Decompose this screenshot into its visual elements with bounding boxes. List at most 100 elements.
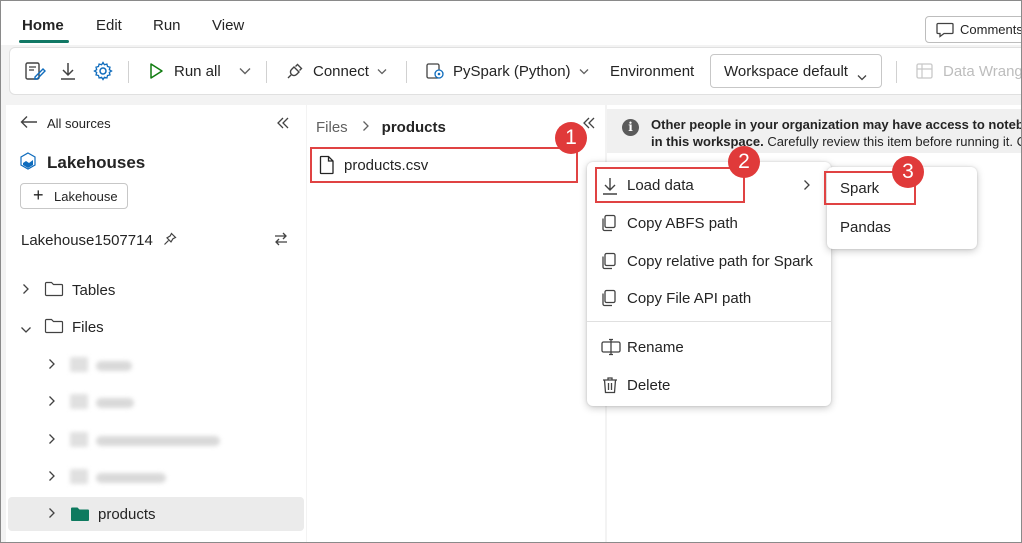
info-banner-line1: Other people in your organization may ha…: [651, 117, 1022, 132]
app-window: Home Edit Run View Comments Run all Conn…: [0, 0, 1022, 543]
workspace-select[interactable]: Workspace default: [710, 54, 882, 88]
chevron-right-icon: [362, 119, 370, 136]
run-all-label: Run all: [174, 62, 221, 80]
file-icon: [319, 155, 335, 178]
active-tab-indicator: [19, 40, 69, 43]
language-selector[interactable]: PySpark (Python): [425, 48, 589, 94]
tree-item-label: Tables: [72, 282, 116, 299]
file-row-products-csv[interactable]: products.csv: [310, 147, 578, 183]
tab-home[interactable]: Home: [22, 17, 64, 34]
folder-icon: [44, 318, 64, 337]
menu-item-label: Rename: [627, 339, 684, 356]
folder-icon: [70, 357, 88, 372]
menu-bar: Home Edit Run View Comments: [1, 1, 1022, 45]
all-sources-link[interactable]: All sources: [20, 115, 111, 132]
info-icon: i: [622, 119, 639, 136]
lakehouses-title: Lakehouses: [47, 152, 146, 172]
workspace-select-value: Workspace default: [724, 63, 848, 80]
chevron-down-icon: [377, 68, 387, 75]
comments-label: Comments: [960, 22, 1022, 37]
lakehouse-icon: [20, 152, 36, 173]
download-icon: [601, 176, 619, 199]
info-banner-line2-rest: Carefully review this item before runnin…: [763, 134, 1022, 149]
folder-icon: [70, 432, 88, 447]
download-button[interactable]: [58, 48, 78, 94]
language-label: PySpark (Python): [453, 62, 571, 80]
menu-item-load-data[interactable]: Load data: [595, 167, 745, 203]
menu-item-copy-file-api-path[interactable]: Copy File API path: [591, 280, 827, 316]
menu-item-label: Delete: [627, 377, 671, 394]
edit-notebook-button[interactable]: [24, 48, 46, 94]
file-name: products.csv: [344, 157, 429, 174]
tree-item-files[interactable]: Files: [6, 310, 306, 344]
tab-edit[interactable]: Edit: [96, 17, 122, 34]
tab-view[interactable]: View: [212, 17, 244, 34]
chevron-right-icon[interactable]: [48, 432, 56, 448]
run-all-dropdown[interactable]: [239, 48, 251, 94]
toolbar-divider: [406, 61, 407, 83]
tab-run[interactable]: Run: [153, 17, 181, 34]
settings-button[interactable]: [92, 48, 114, 94]
chevron-right-icon[interactable]: [48, 394, 56, 410]
double-chevron-left-icon: [276, 116, 290, 132]
data-wrangler-label: Data Wrang: [943, 62, 1022, 80]
menu-item-delete[interactable]: Delete: [591, 367, 827, 403]
copy-icon: [601, 214, 617, 235]
arrow-left-icon: [20, 115, 38, 132]
toolbar-divider: [266, 61, 267, 83]
tree-item-products[interactable]: products: [8, 497, 304, 531]
swap-icon: [273, 232, 289, 249]
trash-icon: [601, 376, 619, 397]
menu-item-rename[interactable]: Rename: [591, 329, 827, 365]
connect-button[interactable]: Connect: [285, 48, 387, 94]
tree-item-tables[interactable]: Tables: [6, 273, 306, 307]
lakehouse-name: Lakehouse1507714: [21, 232, 153, 249]
menu-item-label: Copy File API path: [627, 290, 752, 307]
pyspark-icon: [425, 61, 445, 81]
chevron-right-icon[interactable]: [48, 357, 56, 373]
context-menu: Load data Copy ABFS path Copy relative p…: [587, 162, 831, 406]
info-banner-line2: in this workspace. Carefully review this…: [651, 134, 1022, 149]
folder-icon: [70, 394, 88, 409]
breadcrumb-files[interactable]: Files: [316, 119, 348, 136]
folder-icon: [44, 281, 64, 300]
chevron-right-icon[interactable]: [48, 469, 56, 485]
data-wrangler-button[interactable]: Data Wrang: [915, 48, 1022, 94]
toolbar: Run all Connect PySpark (Python) Environ…: [9, 47, 1022, 95]
edit-notebook-icon: [24, 60, 46, 82]
add-lakehouse-button[interactable]: + Lakehouse: [20, 183, 128, 209]
data-wrangler-icon: [915, 61, 935, 81]
collapse-explorer-button[interactable]: [276, 116, 290, 132]
chevron-right-icon[interactable]: [22, 282, 30, 298]
redacted-folder-name: [96, 436, 220, 446]
tree-item-label: products: [98, 506, 156, 523]
step-badge-2: 2: [728, 146, 760, 178]
submenu-item-pandas[interactable]: Pandas: [827, 210, 977, 244]
copy-icon: [601, 289, 617, 310]
gear-icon: [92, 60, 114, 82]
chevron-right-icon: [803, 178, 811, 194]
files-pane: Files products products.csv: [307, 105, 605, 542]
download-icon: [58, 60, 78, 82]
all-sources-label: All sources: [47, 116, 111, 131]
rename-icon: [601, 338, 621, 359]
explorer-pane: All sources Lakehouses + Lakehouse Lakeh…: [6, 105, 306, 542]
pin-icon[interactable]: [163, 232, 177, 249]
menu-item-label: Load data: [627, 177, 694, 194]
menu-item-copy-abfs-path[interactable]: Copy ABFS path: [591, 205, 827, 241]
comment-icon: [936, 22, 954, 41]
run-all-button[interactable]: Run all: [147, 48, 221, 94]
chevron-right-icon[interactable]: [48, 506, 56, 522]
switch-lakehouse-button[interactable]: [273, 232, 289, 249]
chevron-down-icon[interactable]: [20, 321, 32, 337]
info-banner: i Other people in your organization may …: [607, 109, 1022, 153]
menu-item-copy-relative-path[interactable]: Copy relative path for Spark: [591, 243, 827, 279]
tree-item-blurred-folder[interactable]: [6, 460, 306, 494]
lakehouse-name-row: Lakehouse1507714: [21, 232, 177, 249]
tree-item-blurred-folder[interactable]: [6, 423, 306, 457]
environment-label: Environment: [610, 62, 695, 80]
comments-button[interactable]: Comments: [925, 16, 1022, 43]
redacted-folder-name: [96, 361, 132, 371]
tree-item-blurred-folder[interactable]: [6, 385, 306, 419]
tree-item-blurred-folder[interactable]: [6, 348, 306, 382]
